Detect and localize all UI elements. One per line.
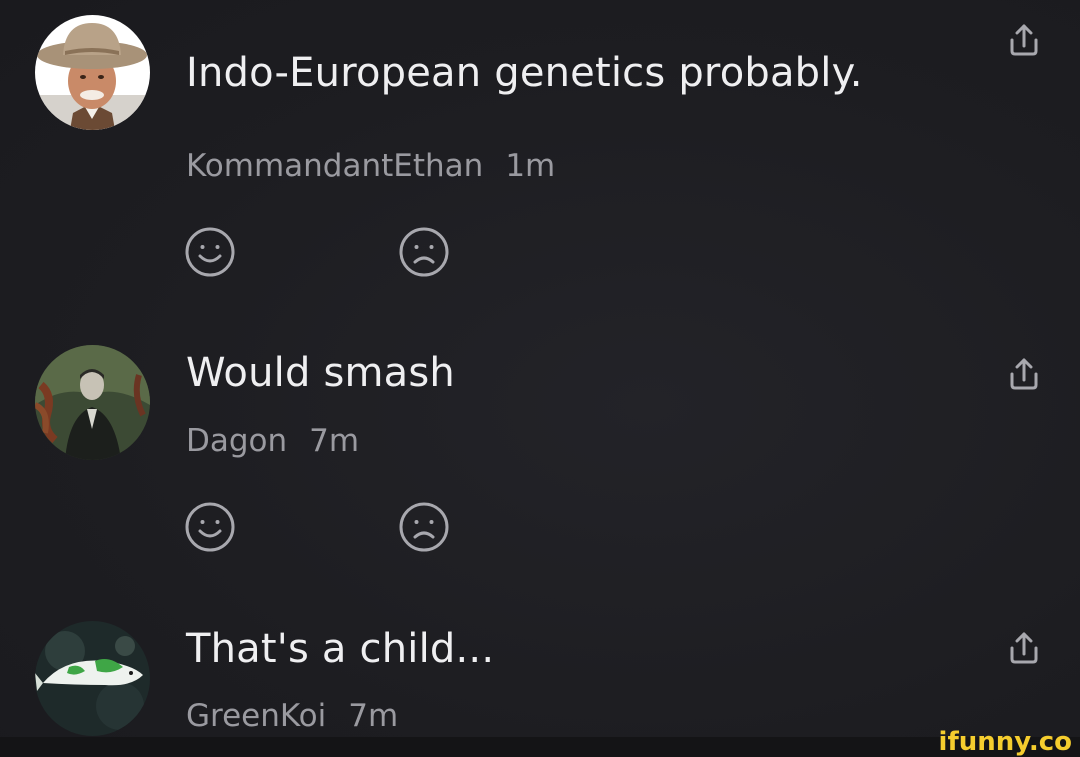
- username-link[interactable]: GreenKoi: [186, 698, 326, 734]
- comment-timestamp: 7m: [348, 698, 399, 734]
- user-avatar[interactable]: [35, 621, 150, 736]
- smile-icon[interactable]: [184, 501, 236, 553]
- comment-feed: Indo-European genetics probably. Kommand…: [0, 0, 1080, 737]
- user-avatar[interactable]: [35, 15, 150, 130]
- comment-meta: KommandantEthan 1m: [186, 148, 555, 184]
- ifunny-watermark: ifunny.co: [938, 727, 1072, 757]
- smile-icon[interactable]: [184, 226, 236, 278]
- frown-icon[interactable]: [398, 226, 450, 278]
- watermark-bar: [0, 737, 1080, 757]
- comment-text: Indo-European genetics probably.: [186, 50, 863, 96]
- share-icon[interactable]: [1004, 354, 1044, 394]
- comment-timestamp: 1m: [505, 148, 556, 184]
- comment-meta: Dagon 7m: [186, 423, 359, 459]
- share-icon[interactable]: [1004, 628, 1044, 668]
- comment-meta: GreenKoi 7m: [186, 698, 398, 734]
- user-avatar[interactable]: [35, 345, 150, 460]
- share-icon[interactable]: [1004, 20, 1044, 60]
- username-link[interactable]: Dagon: [186, 423, 287, 459]
- username-link[interactable]: KommandantEthan: [186, 148, 483, 184]
- comment-timestamp: 7m: [309, 423, 360, 459]
- comment-text: That's a child...: [186, 626, 495, 672]
- comment-text: Would smash: [186, 350, 455, 396]
- frown-icon[interactable]: [398, 501, 450, 553]
